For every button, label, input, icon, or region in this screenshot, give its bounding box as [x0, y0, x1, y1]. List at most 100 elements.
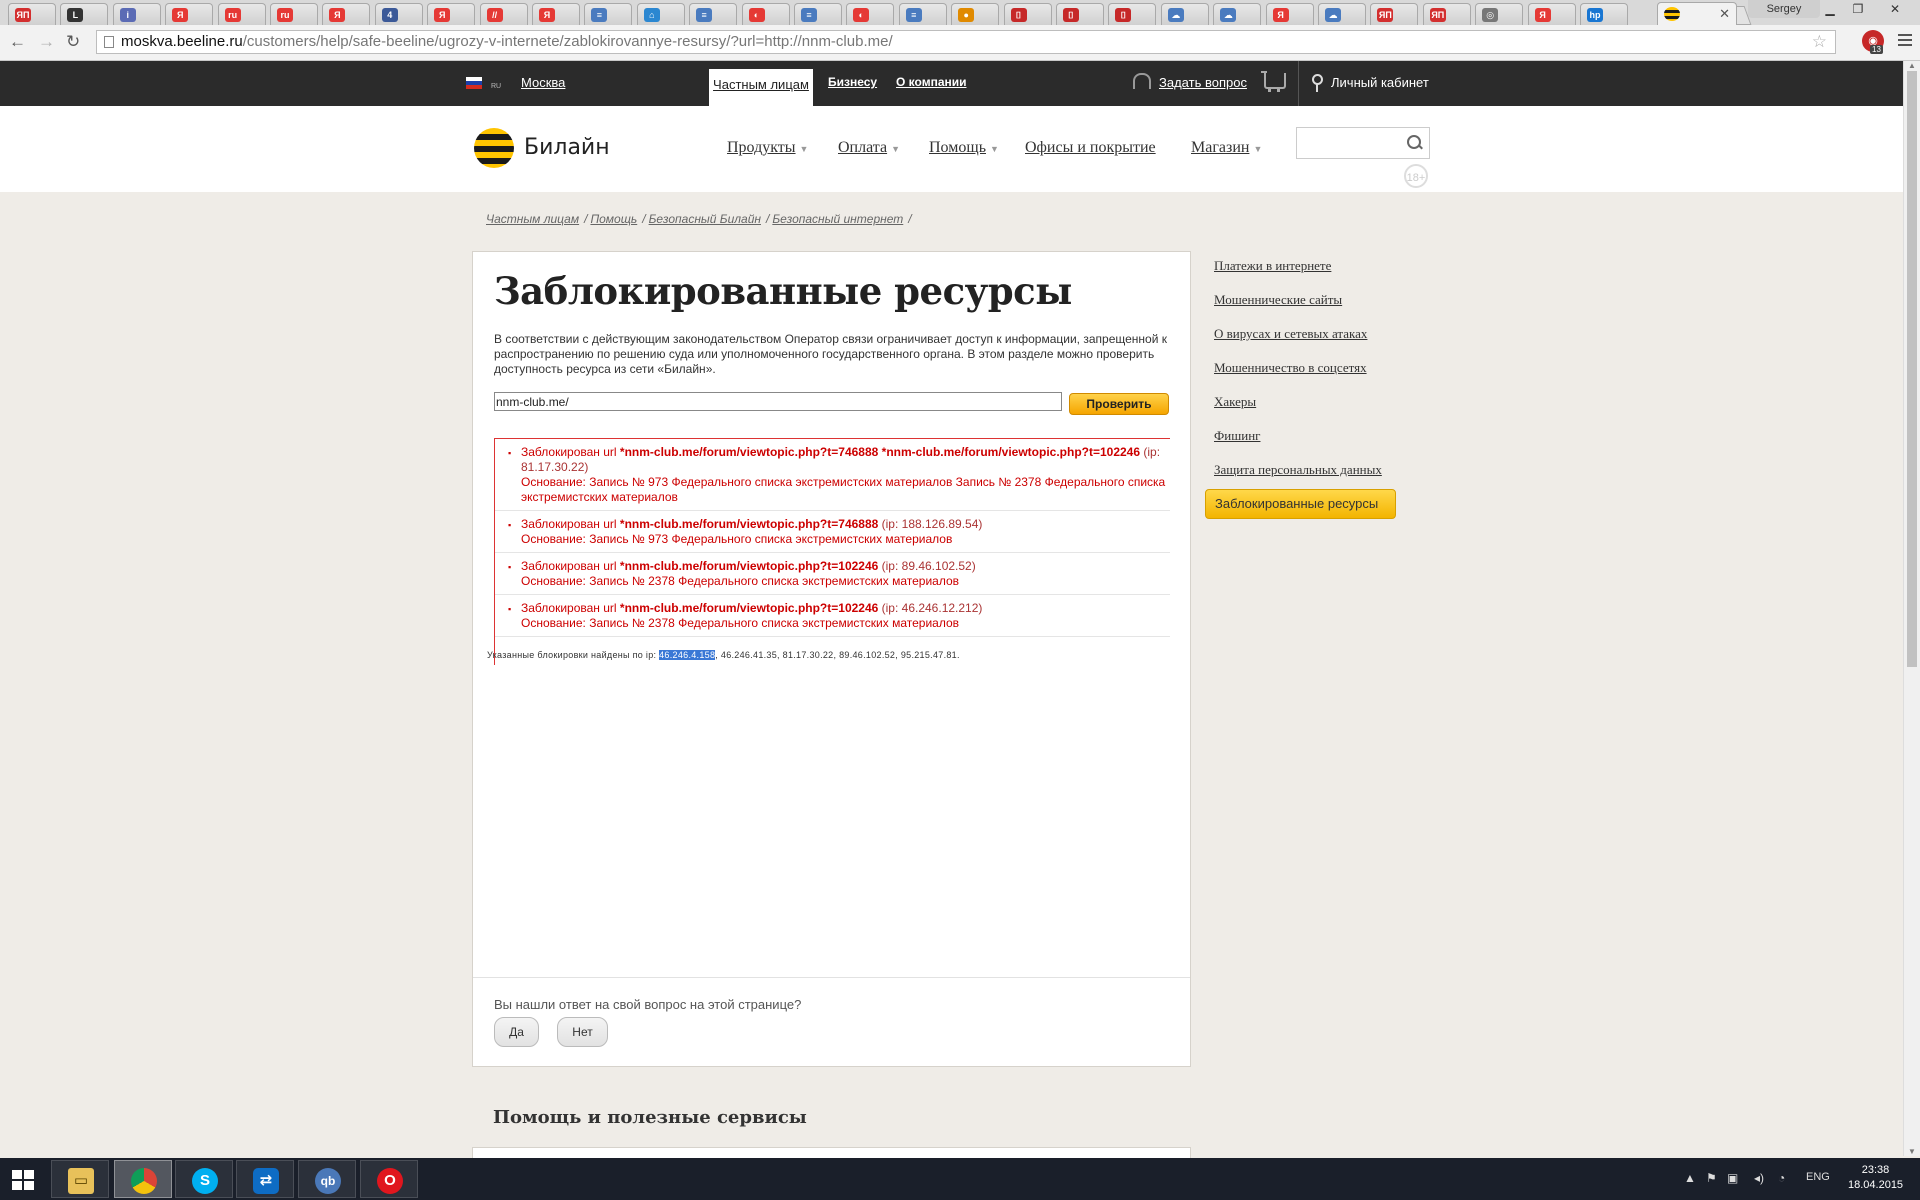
browser-tab[interactable]: i [112, 3, 161, 25]
browser-tab[interactable]: Я [427, 3, 476, 25]
sidebar-item-viruses[interactable]: О вирусах и сетевых атаках [1214, 326, 1367, 342]
russia-flag-icon[interactable] [466, 77, 482, 89]
result-item: Заблокирован url *nnm-club.me/forum/view… [495, 511, 1170, 553]
breadcrumb-help[interactable]: Помощь [590, 212, 637, 226]
browser-tab[interactable]: ≡ [584, 3, 633, 25]
browser-tab[interactable]: ru [217, 3, 266, 25]
scrollbar-thumb[interactable] [1907, 71, 1917, 667]
browser-tab[interactable]: ≡ [794, 3, 842, 25]
sidebar-item-social-fraud[interactable]: Мошенничество в соцсетях [1214, 360, 1367, 376]
sidebar-item-payments[interactable]: Платежи в интернете [1214, 258, 1331, 274]
city-link[interactable]: Москва [521, 75, 565, 90]
tab-active-beeline[interactable]: ✕ [1657, 2, 1737, 25]
browser-tab[interactable]: Я [322, 3, 371, 25]
close-tab-icon[interactable]: ✕ [1719, 6, 1730, 22]
browser-tab[interactable]: ЯП [1422, 3, 1471, 25]
browser-tab[interactable]: ● [951, 3, 1000, 25]
browser-tab[interactable]: ☁ [1213, 3, 1262, 25]
sidebar-item-fraud-sites[interactable]: Мошеннические сайты [1214, 292, 1342, 308]
browser-tab[interactable]: ◐ [846, 3, 895, 25]
cart-icon[interactable] [1261, 71, 1286, 92]
windows-start-icon[interactable] [12, 1170, 34, 1190]
breadcrumb-safe-beeline[interactable]: Безопасный Билайн [649, 212, 761, 226]
browser-tab[interactable]: Я [165, 3, 214, 25]
browser-tab[interactable]: Я [1527, 3, 1576, 25]
breadcrumb-private[interactable]: Частным лицам [486, 212, 579, 226]
nav-offices[interactable]: Офисы и покрытие [1025, 139, 1156, 157]
back-icon[interactable]: ← [9, 32, 26, 52]
bookmark-star-icon[interactable]: ☆ [1812, 31, 1827, 53]
browser-tab[interactable]: ⌷ [1003, 3, 1052, 25]
tab-favicon-icon: ● [958, 8, 975, 22]
sidebar-item-blocked-resources[interactable]: Заблокированные ресурсы [1205, 489, 1396, 519]
taskbar-opera[interactable]: O [360, 1160, 418, 1198]
ask-question-link[interactable]: Задать вопрос [1159, 75, 1247, 90]
segment-private-active[interactable]: Частным лицам [709, 69, 813, 106]
site-search-input[interactable] [1296, 127, 1430, 159]
wifi-tray-icon[interactable]: ◔ [1778, 1171, 1785, 1185]
sidebar-item-personal-data[interactable]: Защита персональных данных [1214, 462, 1382, 478]
nav-products[interactable]: Продукты ▼ [727, 139, 808, 157]
flag-tray-icon[interactable]: ⚑ [1706, 1171, 1717, 1185]
language-indicator[interactable]: ENG [1806, 1171, 1830, 1183]
network-tray-icon[interactable]: ▣ [1727, 1171, 1738, 1185]
browser-menu-icon[interactable] [1898, 34, 1912, 49]
volume-tray-icon[interactable]: ◂) [1754, 1171, 1764, 1185]
browser-tab[interactable]: 4 [374, 3, 423, 25]
search-icon[interactable] [1407, 135, 1421, 149]
browser-tab[interactable]: ◐ [741, 3, 790, 25]
taskbar-skype[interactable]: S [175, 1160, 233, 1198]
browser-tab[interactable]: hp [1580, 3, 1628, 25]
feedback-no-button[interactable]: Нет [557, 1017, 608, 1047]
nav-shop[interactable]: Магазин ▼ [1191, 139, 1262, 157]
browser-tab[interactable]: ЯП [8, 3, 56, 25]
nav-help[interactable]: Помощь ▼ [929, 139, 999, 157]
browser-tab[interactable]: ⌂ [636, 3, 685, 25]
url-check-input[interactable] [494, 392, 1062, 411]
scroll-down-icon[interactable]: ▼ [1908, 1147, 1916, 1156]
beeline-logo-icon[interactable] [474, 128, 514, 168]
account-link[interactable]: Личный кабинет [1331, 75, 1429, 90]
sidebar-item-phishing[interactable]: Фишинг [1214, 428, 1260, 444]
feedback-yes-button[interactable]: Да [494, 1017, 539, 1047]
browser-tab[interactable]: ≡ [689, 3, 738, 25]
segment-business-link[interactable]: Бизнесу [828, 75, 877, 89]
browser-tab[interactable]: Я [532, 3, 580, 25]
page-scrollbar[interactable]: ▲ ▼ [1903, 61, 1920, 1156]
tray-arrow-icon[interactable]: ▲ [1684, 1171, 1696, 1185]
browser-tab[interactable]: // [479, 3, 528, 25]
nav-payment[interactable]: Оплата ▼ [838, 139, 900, 157]
tab-favicon-icon: ЯП [15, 8, 31, 22]
forward-icon[interactable]: → [38, 32, 55, 52]
check-button[interactable]: Проверить [1069, 393, 1169, 415]
browser-tab[interactable]: ☁ [1160, 3, 1209, 25]
scroll-up-icon[interactable]: ▲ [1908, 61, 1916, 70]
browser-tab[interactable]: ЯП [1370, 3, 1419, 25]
sidebar-item-hackers[interactable]: Хакеры [1214, 394, 1256, 410]
system-clock[interactable]: 23:38 18.04.2015 [1848, 1163, 1903, 1193]
taskbar-chrome[interactable] [114, 1160, 172, 1198]
restore-window-button[interactable]: ❐ [1844, 0, 1872, 20]
taskbar-explorer[interactable]: ▭ [51, 1160, 109, 1198]
browser-tab[interactable]: ◎ [1475, 3, 1524, 25]
browser-tab[interactable]: Я [1265, 3, 1314, 25]
segment-private-link[interactable]: Частным лицам [709, 77, 813, 92]
taskbar-teamviewer[interactable]: ⇄ [236, 1160, 294, 1198]
breadcrumb-safe-internet[interactable]: Безопасный интернет [772, 212, 903, 226]
tab-favicon-icon: i [119, 8, 136, 22]
browser-tab[interactable]: ru [270, 3, 318, 25]
address-bar[interactable]: moskva.beeline.ru/customers/help/safe-be… [96, 30, 1836, 54]
browser-tab[interactable]: ≡ [898, 3, 947, 25]
profile-user-badge[interactable]: Sergey [1748, 0, 1820, 18]
browser-tab[interactable]: L [60, 3, 109, 25]
logo-text[interactable]: Билайн [524, 135, 610, 160]
taskbar-qbittorrent[interactable]: qb [298, 1160, 356, 1198]
browser-tab[interactable]: ⌷ [1056, 3, 1104, 25]
result-url: *nnm-club.me/forum/viewtopic.php?t=74688… [619, 517, 879, 531]
segment-company-link[interactable]: О компании [896, 75, 967, 89]
browser-tab[interactable]: ⌷ [1108, 3, 1157, 25]
minimize-window-button[interactable]: ▁ [1816, 0, 1844, 20]
reload-icon[interactable]: ↻ [66, 32, 80, 52]
close-window-button[interactable]: ✕ [1872, 0, 1918, 20]
browser-tab[interactable]: ☁ [1318, 3, 1366, 25]
